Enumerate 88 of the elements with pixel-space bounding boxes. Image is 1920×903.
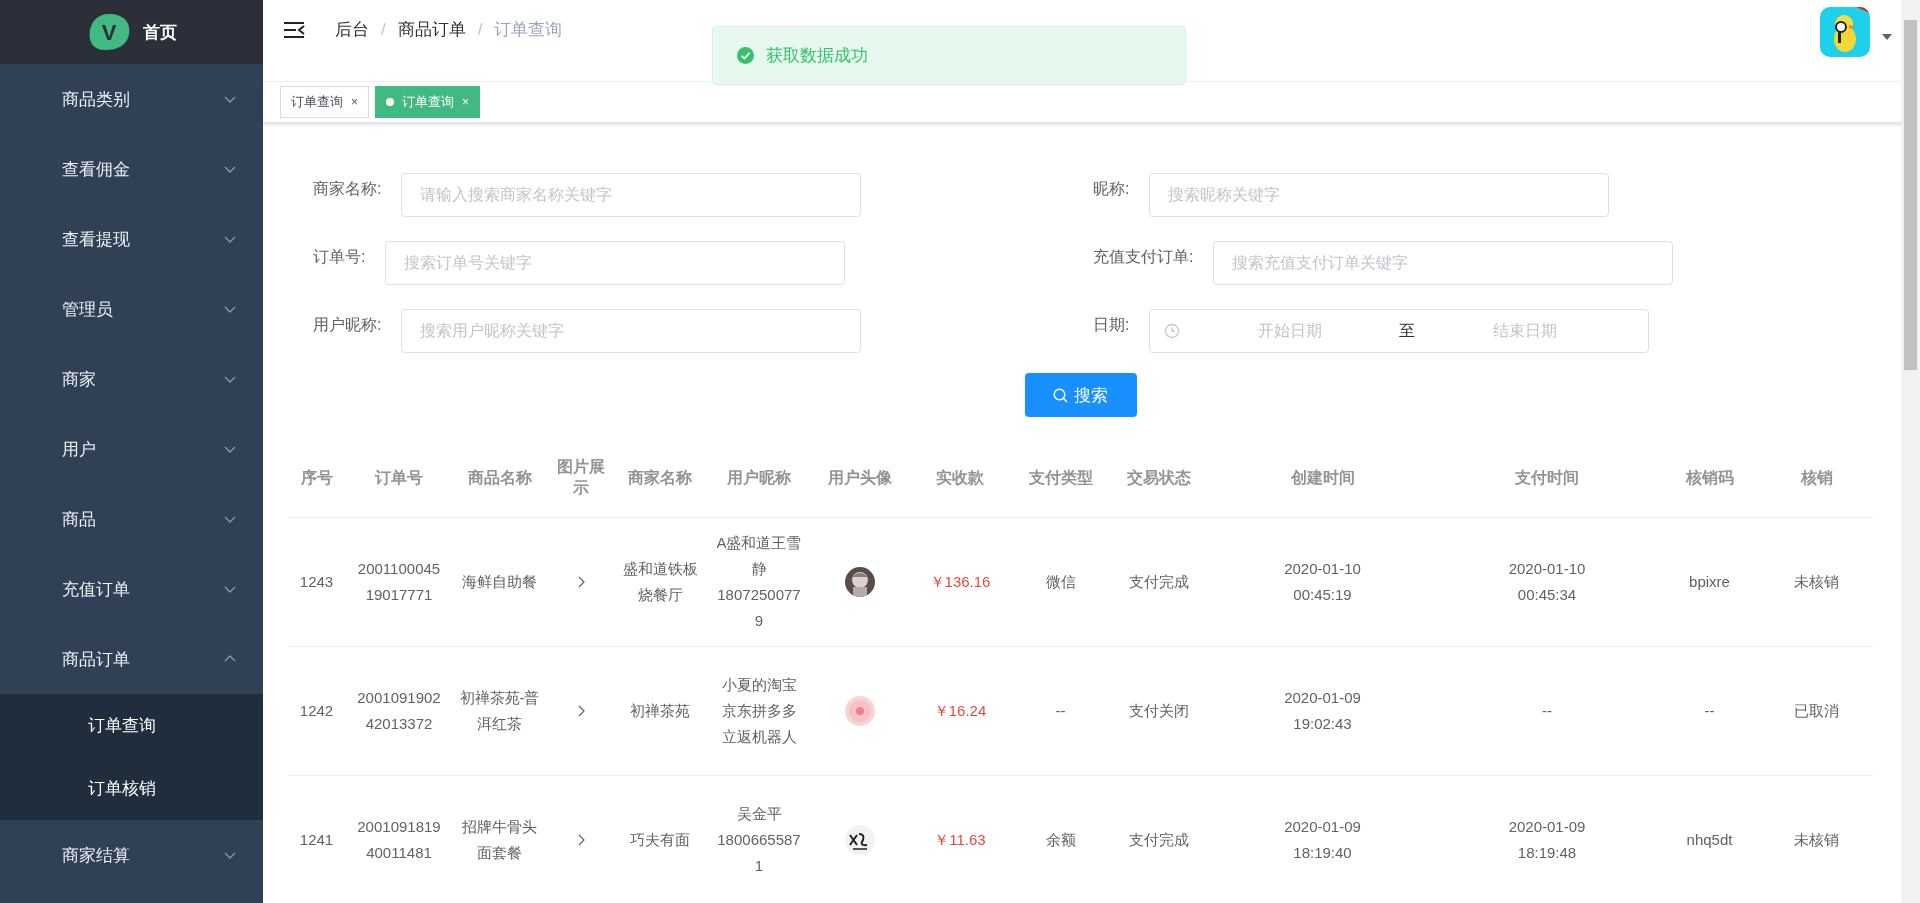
column-header: 序号 (288, 439, 345, 518)
table-cell-text: 余额 (1044, 829, 1077, 850)
field-label: 用户昵称: (313, 315, 382, 335)
column-header: 交易状态 (1107, 439, 1210, 518)
table-cell-text: 200109181940011481 (356, 816, 442, 863)
sidebar-item[interactable]: 商品类别 (0, 64, 263, 134)
sidebar-item[interactable]: 商家 (0, 344, 263, 414)
column-header: 创建时间 (1210, 439, 1435, 518)
table-cell-text: 支付完成 (1127, 829, 1190, 850)
table-cell-text: A盛和道王雪静18072500779 (715, 532, 803, 632)
column-header: 实收款 (906, 439, 1014, 518)
search-icon (1053, 387, 1068, 403)
clock-icon (1164, 323, 1181, 339)
date-range-field[interactable]: 开始日期 至 结束日期 (1149, 309, 1650, 353)
amount: ￥11.63 (934, 830, 986, 850)
column-header: 核销 (1760, 439, 1873, 518)
column-header: 商品名称 (453, 439, 546, 518)
field-label: 商家名称: (313, 179, 382, 199)
sidebar-item[interactable]: 用户 (0, 414, 263, 484)
breadcrumb-separator: / (381, 19, 386, 40)
table-cell-text: 吴金平18006655871 (716, 803, 802, 877)
table-cell-text: 1241 (298, 829, 335, 850)
tab[interactable]: 订单查询 × (280, 86, 369, 118)
input-field[interactable]: 搜索昵称关键字 (1149, 173, 1610, 217)
field-label: 充值支付订单: (1093, 247, 1194, 267)
input-field[interactable]: 搜索用户昵称关键字 (401, 309, 862, 353)
table-cell-text: 初禅茶苑 (629, 700, 691, 721)
sidebar-item[interactable]: 查看佣金 (0, 134, 263, 204)
table-cell-text: 200110004519017771 (356, 558, 442, 605)
column-header: 核销码 (1659, 439, 1760, 518)
column-header: 支付类型 (1014, 439, 1107, 518)
breadcrumb-item[interactable]: 后台 (335, 18, 369, 41)
column-header: 用户昵称 (705, 439, 813, 518)
table-cell-text: 已取消 (1793, 700, 1840, 721)
column-header: 图片展示 (546, 439, 615, 518)
table-cell-text: 招牌牛骨头面套餐 (461, 816, 538, 863)
sidebar-item[interactable]: 商品 (0, 484, 263, 554)
caret-icon[interactable] (1882, 34, 1892, 40)
table-cell-text: 初禅茶苑-普洱红茶 (458, 687, 541, 734)
table-cell-text: 1243 (298, 571, 335, 592)
table-cell-text: -- (1703, 700, 1716, 721)
input-field[interactable]: 请输入搜索商家名称关键字 (401, 173, 862, 217)
table-cell-text: -- (1054, 700, 1067, 721)
table-cell-text: 1242 (298, 700, 335, 721)
toast: 获取数据成功 (712, 26, 1186, 85)
column-header: 商家名称 (615, 439, 705, 518)
submenu-item[interactable]: 订单查询 (0, 694, 263, 757)
table-cell-text: 2020-01-09 18:19:48 (1507, 816, 1587, 863)
field-label: 日期: (1093, 315, 1130, 335)
field-label: 昵称: (1093, 179, 1130, 199)
submenu-item[interactable]: 订单核销 (0, 757, 263, 820)
table-cell-text: 2020-01-09 18:19:40 (1283, 816, 1362, 863)
table-cell-text: 小夏的淘宝京东拼多多立返机器人 (720, 674, 798, 748)
amount: ￥16.24 (933, 701, 987, 721)
table-cell-text: 未核销 (1793, 829, 1840, 850)
table-cell-text: 未核销 (1793, 571, 1840, 592)
check-icon (737, 47, 754, 64)
column-header: 用户头像 (813, 439, 906, 518)
breadcrumb-item[interactable]: 商品订单 (397, 18, 466, 41)
sidebar-item[interactable]: 管理员 (0, 274, 263, 344)
table-cell-text: 支付完成 (1127, 571, 1190, 592)
field-label: 订单号: (313, 247, 366, 267)
input-field[interactable]: 搜索订单号关键字 (385, 241, 846, 285)
sidebar-item[interactable]: 充值订单 (0, 554, 263, 624)
menu-icon[interactable] (283, 19, 305, 40)
column-header: 订单号 (345, 439, 453, 518)
breadcrumb-separator: / (477, 19, 483, 40)
amount: ￥136.16 (929, 572, 991, 592)
sidebar-item[interactable]: 商品订单 (0, 624, 263, 694)
table-cell-text: 2020-01-10 00:45:19 (1283, 558, 1362, 605)
breadcrumb-item: 订单查询 (494, 19, 563, 41)
table-cell-text: -- (1541, 700, 1553, 721)
table-cell-text: bpixre (1688, 571, 1731, 592)
logo-title: 首页 (142, 21, 177, 44)
table-cell-text: 微信 (1044, 571, 1077, 592)
input-field[interactable]: 搜索充值支付订单关键字 (1213, 241, 1674, 285)
table-cell-text: nhq5dt (1685, 829, 1734, 850)
table-cell-text: 支付关闭 (1127, 700, 1190, 721)
table-cell-text: 盛和道铁板烧餐厅 (621, 558, 699, 605)
sidebar-item[interactable]: 商家结算 (0, 820, 263, 890)
table-cell-text: 海鲜自助餐 (461, 571, 538, 592)
column-header: 支付时间 (1435, 439, 1659, 518)
scrollbar[interactable] (1901, 0, 1920, 903)
sidebar-item[interactable]: 查看提现 (0, 204, 263, 274)
table-cell-text: 2020-01-09 19:02:43 (1283, 687, 1362, 734)
table-cell-text: 2020-01-10 00:45:34 (1507, 558, 1587, 605)
table-cell-text: 巧夫有面 (629, 829, 691, 850)
table-cell-text: 200109190242013372 (356, 687, 442, 734)
